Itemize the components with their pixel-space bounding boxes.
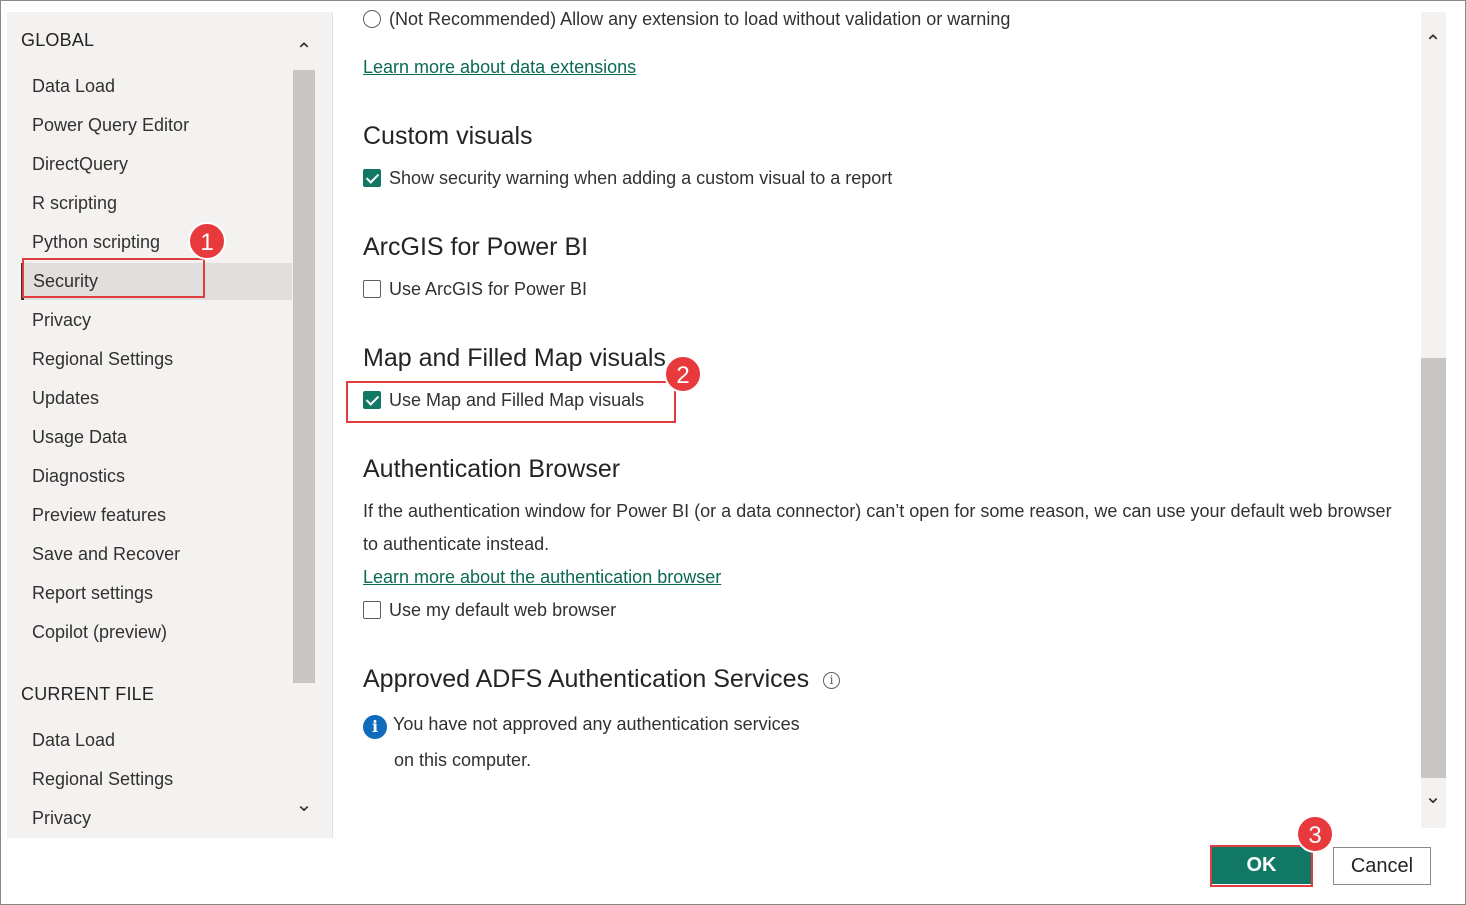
extension-radio-row[interactable]: (Not Recommended) Allow any extension to… [363, 9, 1010, 30]
main-scroll-thumb[interactable] [1421, 358, 1446, 778]
extension-radio-label: (Not Recommended) Allow any extension to… [389, 9, 1011, 29]
sidebar-item-python-scripting[interactable]: Python scripting [21, 224, 292, 261]
step-badge-1: 1 [188, 222, 226, 260]
default-browser-checkbox[interactable] [363, 601, 381, 619]
sidebar-item-updates[interactable]: Updates [21, 380, 292, 417]
cancel-button[interactable]: Cancel [1333, 847, 1431, 885]
auth-browser-link-row: Learn more about the authentication brow… [363, 567, 721, 588]
sidebar-item-r-scripting[interactable]: R scripting [21, 185, 292, 222]
sidebar-item-data-load[interactable]: Data Load [21, 68, 292, 105]
extensions-link-row: Learn more about data extensions [363, 57, 636, 78]
info-icon: i [363, 715, 387, 739]
custom-visuals-checkbox-label: Show security warning when adding a cust… [389, 168, 893, 188]
map-visuals-checkbox[interactable] [363, 391, 381, 409]
sidebar-item-preview-features[interactable]: Preview features [21, 497, 292, 534]
sidebar-item-power-query-editor[interactable]: Power Query Editor [21, 107, 292, 144]
arcgis-title: ArcGIS for Power BI [363, 233, 589, 261]
arcgis-checkbox-row[interactable]: Use ArcGIS for Power BI [363, 279, 587, 300]
sidebar-item-directquery[interactable]: DirectQuery [21, 146, 292, 183]
default-browser-checkbox-label: Use my default web browser [389, 600, 617, 620]
chevron-up-icon[interactable]: ⌃ [293, 40, 315, 62]
custom-visuals-checkbox[interactable] [363, 169, 381, 187]
map-visuals-checkbox-row[interactable]: Use Map and Filled Map visuals [363, 390, 644, 411]
sidebar-item-privacy[interactable]: Privacy [21, 302, 292, 339]
ok-button[interactable]: OK [1212, 846, 1311, 884]
chevron-down-icon[interactable]: ⌄ [1422, 786, 1444, 808]
chevron-up-icon[interactable]: ⌃ [1422, 32, 1444, 54]
sidebar-scroll-thumb[interactable] [293, 70, 315, 683]
chevron-down-icon[interactable]: ⌄ [293, 794, 315, 816]
sidebar-scrollbar[interactable]: ⌃ ⌄ [293, 34, 315, 834]
sidebar-item-usage-data[interactable]: Usage Data [21, 419, 292, 456]
auth-browser-description-line2: to authenticate instead. [363, 534, 550, 554]
auth-browser-title: Authentication Browser [363, 455, 621, 483]
default-browser-checkbox-row[interactable]: Use my default web browser [363, 600, 616, 621]
sidebar-item-security[interactable]: Security [21, 263, 292, 300]
sidebar-item-current-privacy[interactable]: Privacy [21, 800, 292, 837]
main-scrollbar[interactable]: ⌃ ⌄ [1421, 12, 1446, 828]
map-visuals-checkbox-label: Use Map and Filled Map visuals [389, 390, 645, 410]
auth-browser-description-line1: If the authentication window for Power B… [363, 501, 1392, 521]
current-file-section-title: CURRENT FILE [21, 684, 155, 704]
adfs-info-line1: You have not approved any authentication… [393, 714, 800, 734]
step-badge-3: 3 [1296, 815, 1334, 853]
sidebar-item-regional-settings[interactable]: Regional Settings [21, 341, 292, 378]
adfs-info-line1-row: i You have not approved any authenticatio… [363, 714, 800, 739]
global-section-title: GLOBAL [21, 30, 95, 50]
adfs-title: Approved ADFS Authentication Services [363, 665, 810, 693]
learn-more-extensions-link[interactable]: Learn more about data extensions [363, 57, 636, 77]
sidebar-item-current-data-load[interactable]: Data Load [21, 722, 292, 759]
custom-visuals-title: Custom visuals [363, 122, 533, 150]
arcgis-checkbox[interactable] [363, 280, 381, 298]
sidebar-item-report-settings[interactable]: Report settings [21, 575, 292, 612]
radio-button[interactable] [363, 10, 381, 28]
step-badge-2: 2 [664, 355, 702, 393]
learn-more-auth-browser-link[interactable]: Learn more about the authentication brow… [363, 567, 721, 587]
options-sidebar: GLOBAL Data Load Power Query Editor Dire… [7, 12, 333, 838]
security-settings-panel: (Not Recommended) Allow any extension to… [333, 0, 1418, 840]
sidebar-item-copilot-preview[interactable]: Copilot (preview) [21, 614, 292, 651]
adfs-info-line2: on this computer. [394, 750, 532, 770]
sidebar-item-current-regional-settings[interactable]: Regional Settings [21, 761, 292, 798]
map-visuals-title: Map and Filled Map visuals [363, 344, 666, 372]
custom-visuals-checkbox-row[interactable]: Show security warning when adding a cust… [363, 168, 892, 189]
adfs-title-row: Approved ADFS Authentication Services i [363, 665, 841, 694]
arcgis-checkbox-label: Use ArcGIS for Power BI [389, 279, 588, 299]
info-icon[interactable]: i [823, 672, 841, 689]
sidebar-item-diagnostics[interactable]: Diagnostics [21, 458, 292, 495]
sidebar-item-save-and-recover[interactable]: Save and Recover [21, 536, 292, 573]
